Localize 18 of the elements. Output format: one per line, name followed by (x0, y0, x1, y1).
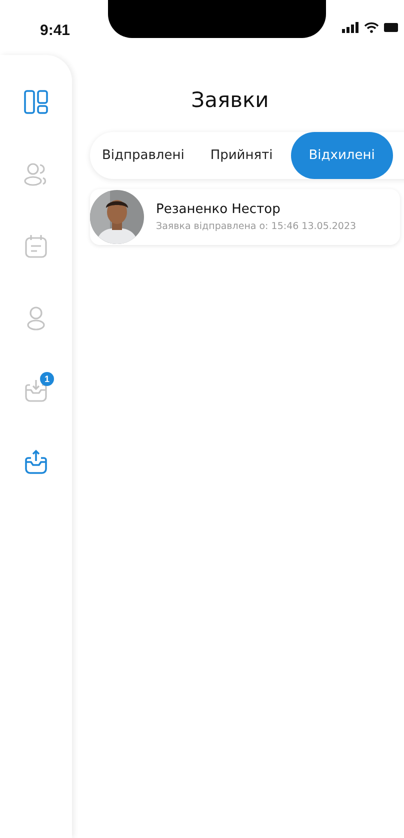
calendar-icon (23, 233, 49, 259)
tab[interactable]: Відправлені (94, 132, 192, 179)
page-title: Заявки (191, 88, 269, 112)
nav-button[interactable]: 1 (18, 372, 54, 408)
outbox-icon (23, 449, 49, 475)
status-time: 9:41 (40, 22, 72, 39)
wifi-icon (364, 22, 379, 33)
users-icon (23, 161, 49, 187)
dashboard-icon (23, 89, 49, 115)
battery-icon (384, 22, 398, 33)
tab[interactable]: Відхилені (290, 132, 393, 179)
person-name: Резаненко Нестор (156, 202, 282, 217)
request-time: Заявка відправлена о: 15:46 13.05.2023 (156, 221, 356, 232)
tab[interactable]: Прийняті (192, 132, 291, 179)
notification-badge: 1 (40, 372, 54, 386)
signal-icon (342, 22, 359, 33)
request-card[interactable]: Резаненко Нестор Заявка відправлена о: 15:46 13.05.2023 (90, 189, 400, 245)
inbox-icon (23, 377, 49, 403)
